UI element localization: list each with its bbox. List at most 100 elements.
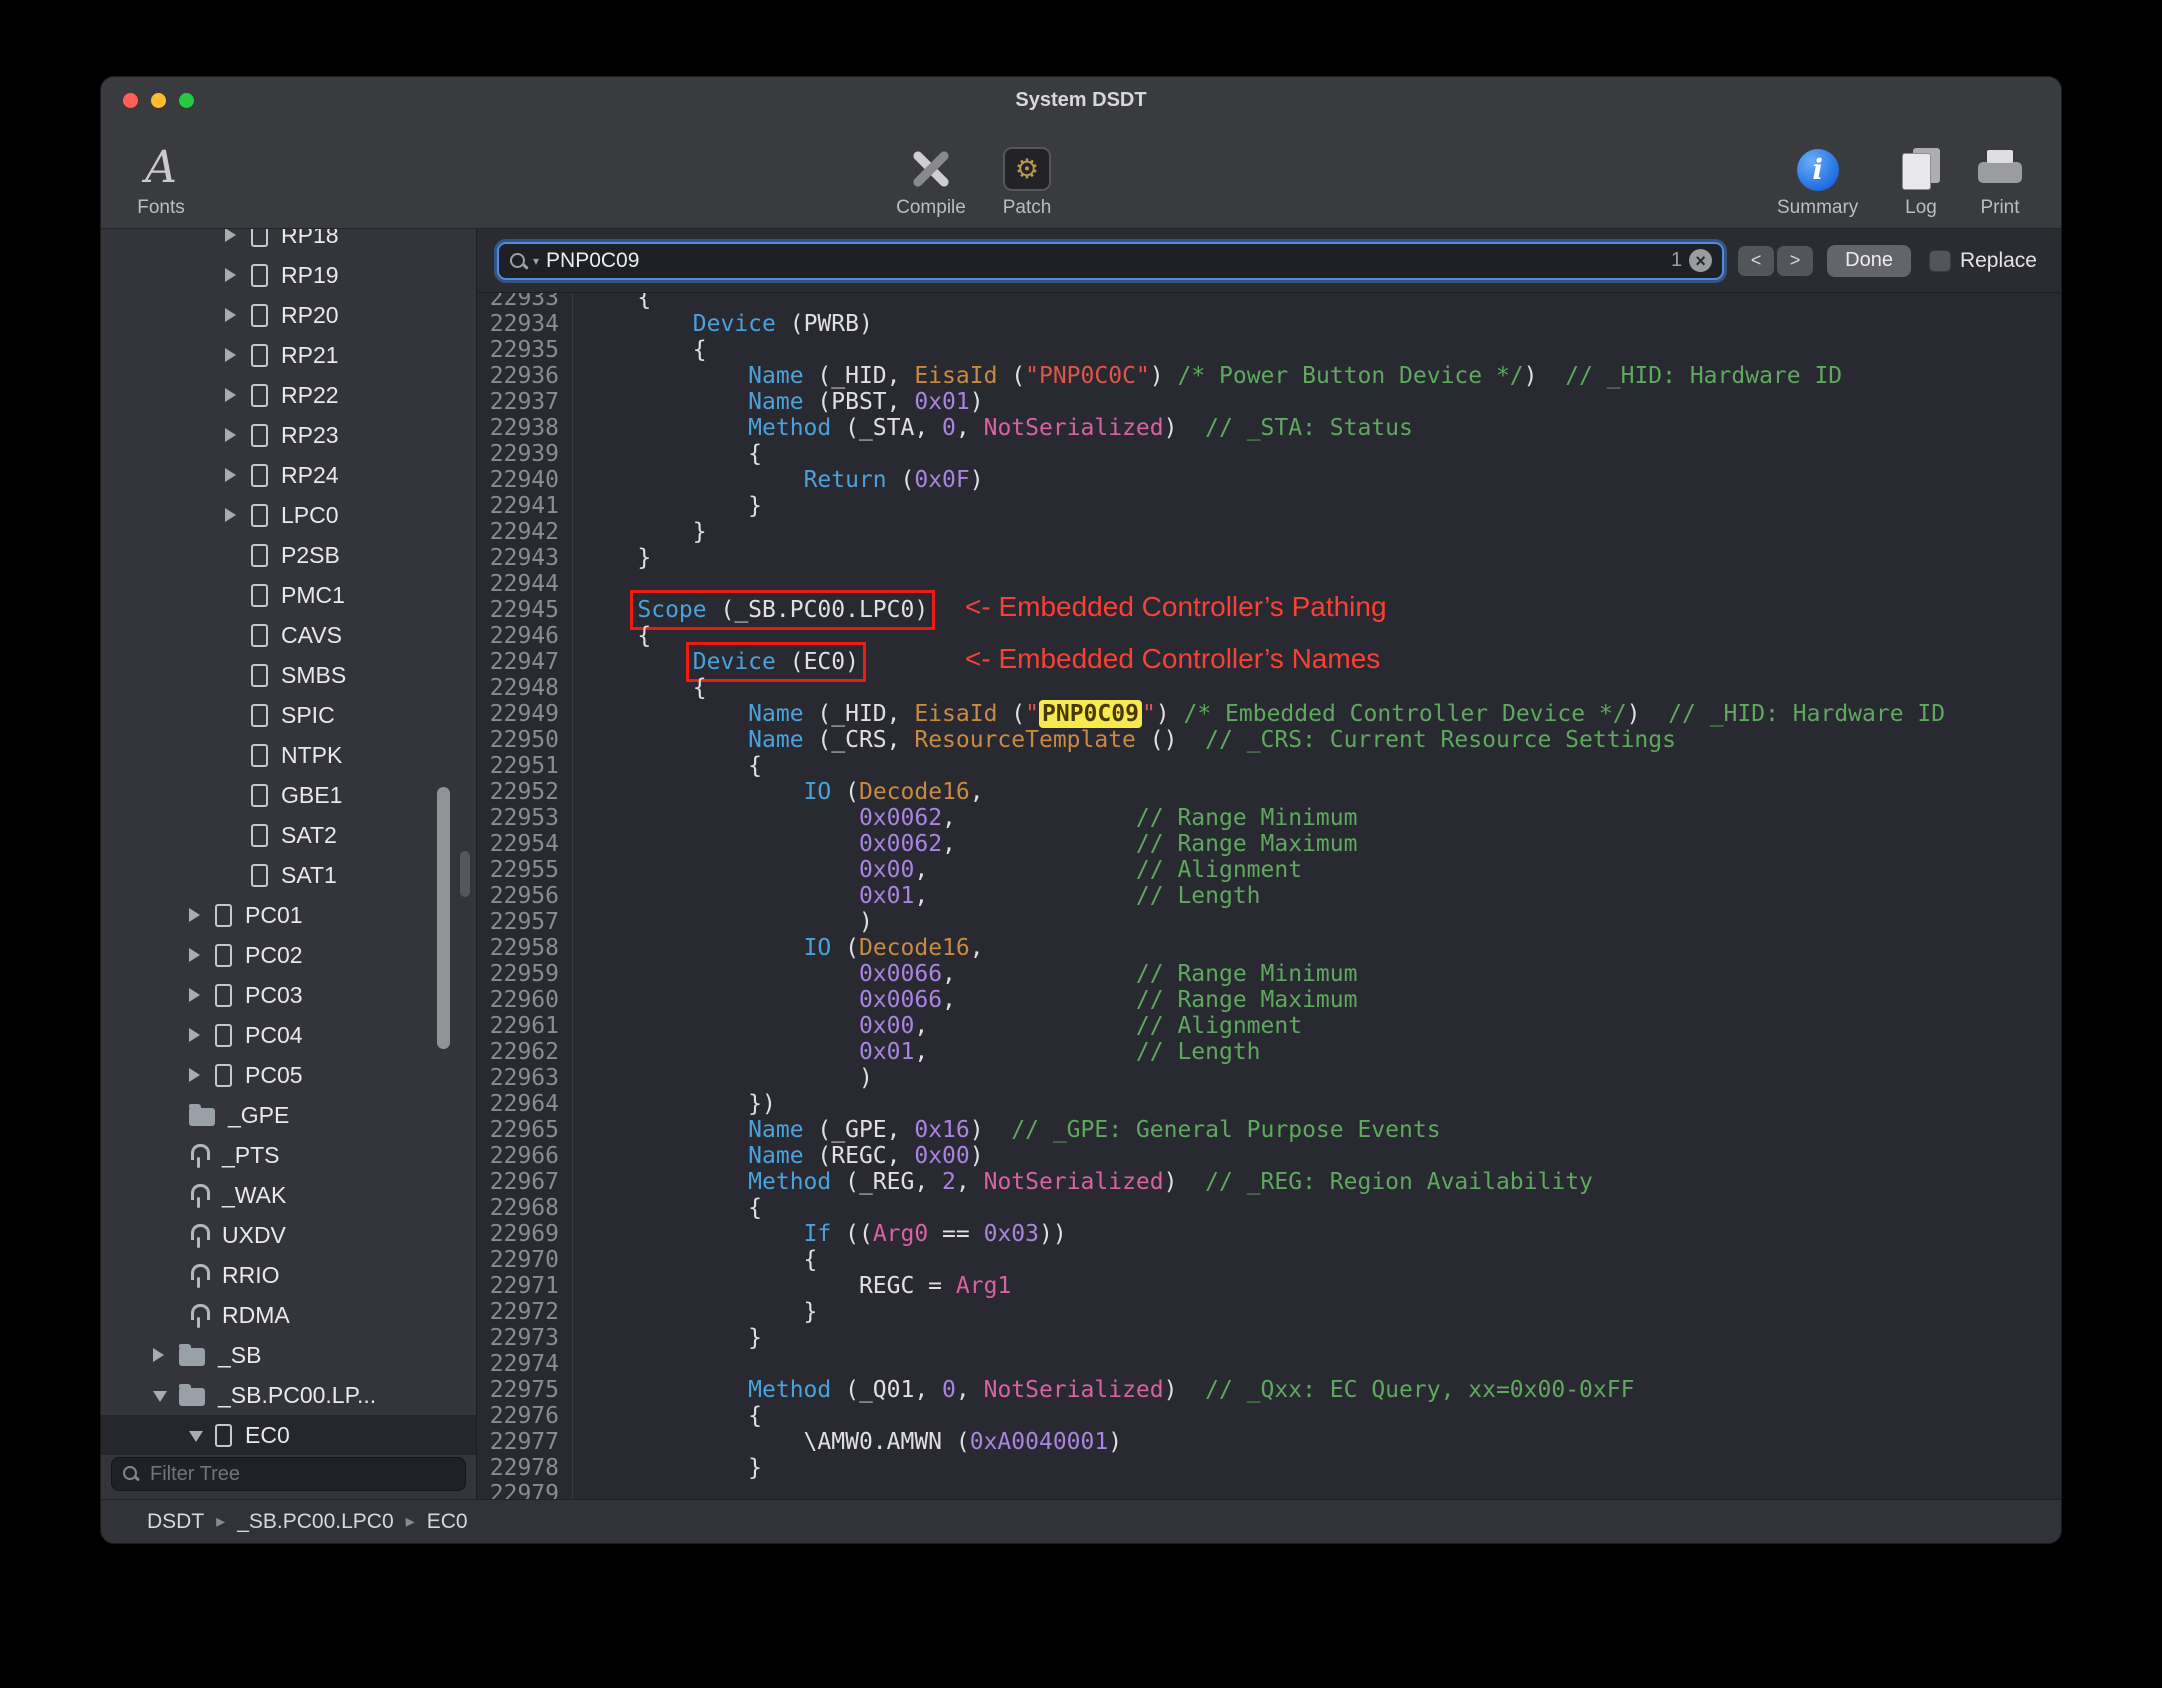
sidebar-item-_sb-pc00-lp[interactable]: _SB.PC00.LP... [101, 1375, 476, 1415]
sidebar-item-pc01[interactable]: PC01 [101, 895, 476, 935]
code-token: // Alignment [1135, 857, 1303, 883]
sidebar-item-rp18[interactable]: RP18 [101, 229, 476, 255]
sidebar-item-ec0[interactable]: EC0 [101, 1415, 476, 1455]
sidebar-item-_sb[interactable]: _SB [101, 1335, 476, 1375]
sidebar-item-rp23[interactable]: RP23 [101, 415, 476, 455]
disclosure-right-icon[interactable] [189, 975, 215, 1015]
window-title: System DSDT [1015, 88, 1147, 111]
close-button[interactable] [123, 92, 138, 108]
doc-icon [251, 383, 268, 407]
breadcrumb-item[interactable]: EC0 [427, 1510, 468, 1534]
code-token: } [582, 545, 652, 571]
sidebar-item-pmc1[interactable]: PMC1 [101, 575, 476, 615]
filter-tree-input[interactable] [150, 1462, 455, 1486]
sidebar-item-pc03[interactable]: PC03 [101, 975, 476, 1015]
sidebar-item-rdma[interactable]: RDMA [101, 1295, 476, 1335]
search-field[interactable]: ▾ 1 × [497, 241, 1725, 280]
code-line: 22958 IO (Decode16, [477, 935, 2061, 961]
find-next-button[interactable]: > [1777, 245, 1814, 276]
sidebar-item-smbs[interactable]: SMBS [101, 655, 476, 695]
patch-button[interactable]: ⚙ Patch [987, 125, 1067, 219]
zoom-button[interactable] [179, 92, 194, 108]
sidebar-item-sat2[interactable]: SAT2 [101, 815, 476, 855]
code-line: 22979 [477, 1481, 2061, 1499]
sidebar-scrollbar[interactable] [437, 787, 450, 1049]
summary-button[interactable]: i Summary [1777, 125, 1858, 219]
disclosure-right-icon[interactable] [225, 295, 251, 335]
sidebar-item-rp19[interactable]: RP19 [101, 255, 476, 295]
doc-icon [251, 703, 268, 727]
disclosure-right-icon[interactable] [225, 335, 251, 375]
sidebar-item-p2sb[interactable]: P2SB [101, 535, 476, 575]
sidebar-item-pc04[interactable]: PC04 [101, 1015, 476, 1055]
code-token: , [955, 1377, 984, 1403]
status-bar: DSDT ▸ _SB.PC00.LPC0 ▸ EC0 [101, 1499, 2061, 1543]
sidebar-scrollbar-edge[interactable] [460, 851, 470, 897]
code-token: // Range Maximum [1135, 831, 1358, 857]
sidebar-item-rp20[interactable]: RP20 [101, 295, 476, 335]
search-input[interactable] [546, 248, 1664, 273]
code-token: IO [803, 779, 832, 805]
sidebar-item-uxdv[interactable]: UXDV [101, 1215, 476, 1255]
fonts-button[interactable]: A Fonts [121, 125, 201, 219]
disclosure-right-icon[interactable] [225, 255, 251, 295]
code-token: NotSerialized [983, 1169, 1164, 1195]
sidebar-item-_pts[interactable]: _PTS [101, 1135, 476, 1175]
sidebar-item-_gpe[interactable]: _GPE [101, 1095, 476, 1135]
sidebar-item-lpc0[interactable]: LPC0 [101, 495, 476, 535]
sidebar-item-sat1[interactable]: SAT1 [101, 855, 476, 895]
disclosure-right-icon[interactable] [225, 495, 251, 535]
breadcrumb-item[interactable]: DSDT [147, 1510, 204, 1534]
disclosure-right-icon[interactable] [225, 229, 251, 255]
disclosure-right-icon[interactable] [189, 1015, 215, 1055]
sidebar-item-_wak[interactable]: _WAK [101, 1175, 476, 1215]
line-number: 22938 [477, 415, 573, 441]
filter-tree-field[interactable] [111, 1457, 466, 1491]
disclosure-right-icon[interactable] [189, 1055, 215, 1095]
disclosure-right-icon[interactable] [189, 895, 215, 935]
sidebar-item-ntpk[interactable]: NTPK [101, 735, 476, 775]
sidebar-item-spic[interactable]: SPIC [101, 695, 476, 735]
code-area[interactable]: 22933 {22934 Device (PWRB) 22935 {22936 N… [477, 293, 2061, 1499]
disclosure-right-icon[interactable] [225, 455, 251, 495]
sidebar-item-rp21[interactable]: RP21 [101, 335, 476, 375]
disclosure-right-icon[interactable] [225, 375, 251, 415]
sidebar-item-rrio[interactable]: RRIO [101, 1255, 476, 1295]
sidebar-item-pc05[interactable]: PC05 [101, 1055, 476, 1095]
app-window: System DSDT A Fonts Compile ⚙ Patch i Su… [100, 76, 2062, 1544]
compile-button[interactable]: Compile [891, 125, 971, 219]
disclosure-right-icon[interactable] [225, 415, 251, 455]
print-button[interactable]: Print [1965, 125, 2035, 219]
disclosure-down-icon[interactable] [189, 1415, 215, 1455]
code-token: { [582, 337, 707, 363]
done-button[interactable]: Done [1827, 244, 1911, 277]
sidebar-item-rp22[interactable]: RP22 [101, 375, 476, 415]
chevron-down-icon[interactable]: ▾ [533, 254, 539, 268]
code-token: " [1141, 701, 1156, 727]
sidebar-item-gbe1[interactable]: GBE1 [101, 775, 476, 815]
code-token: (_REG, [831, 1169, 943, 1195]
code-line: 22941 } [477, 493, 2061, 519]
disclosure-down-icon[interactable] [153, 1375, 179, 1415]
sidebar-item-pc02[interactable]: PC02 [101, 935, 476, 975]
log-button[interactable]: Log [1887, 125, 1955, 219]
code-token: // Length [1135, 883, 1261, 909]
code-token: , [969, 779, 984, 805]
find-previous-button[interactable]: < [1738, 245, 1775, 276]
sidebar-item-rp24[interactable]: RP24 [101, 455, 476, 495]
sidebar-item-cavs[interactable]: CAVS [101, 615, 476, 655]
minimize-button[interactable] [151, 92, 166, 108]
code-token: ) [582, 909, 873, 935]
code-line: 22952 IO (Decode16, [477, 779, 2061, 805]
replace-checkbox[interactable] [1928, 249, 1951, 272]
disclosure-right-icon[interactable] [153, 1335, 179, 1375]
breadcrumb-item[interactable]: _SB.PC00.LPC0 [237, 1510, 393, 1534]
clear-search-icon[interactable]: × [1689, 249, 1713, 272]
code-token: ) [1163, 1169, 1206, 1195]
sidebar-item-label: _SB.PC00.LP... [218, 1381, 377, 1408]
disclosure-right-icon[interactable] [189, 935, 215, 975]
line-number: 22978 [477, 1455, 573, 1481]
